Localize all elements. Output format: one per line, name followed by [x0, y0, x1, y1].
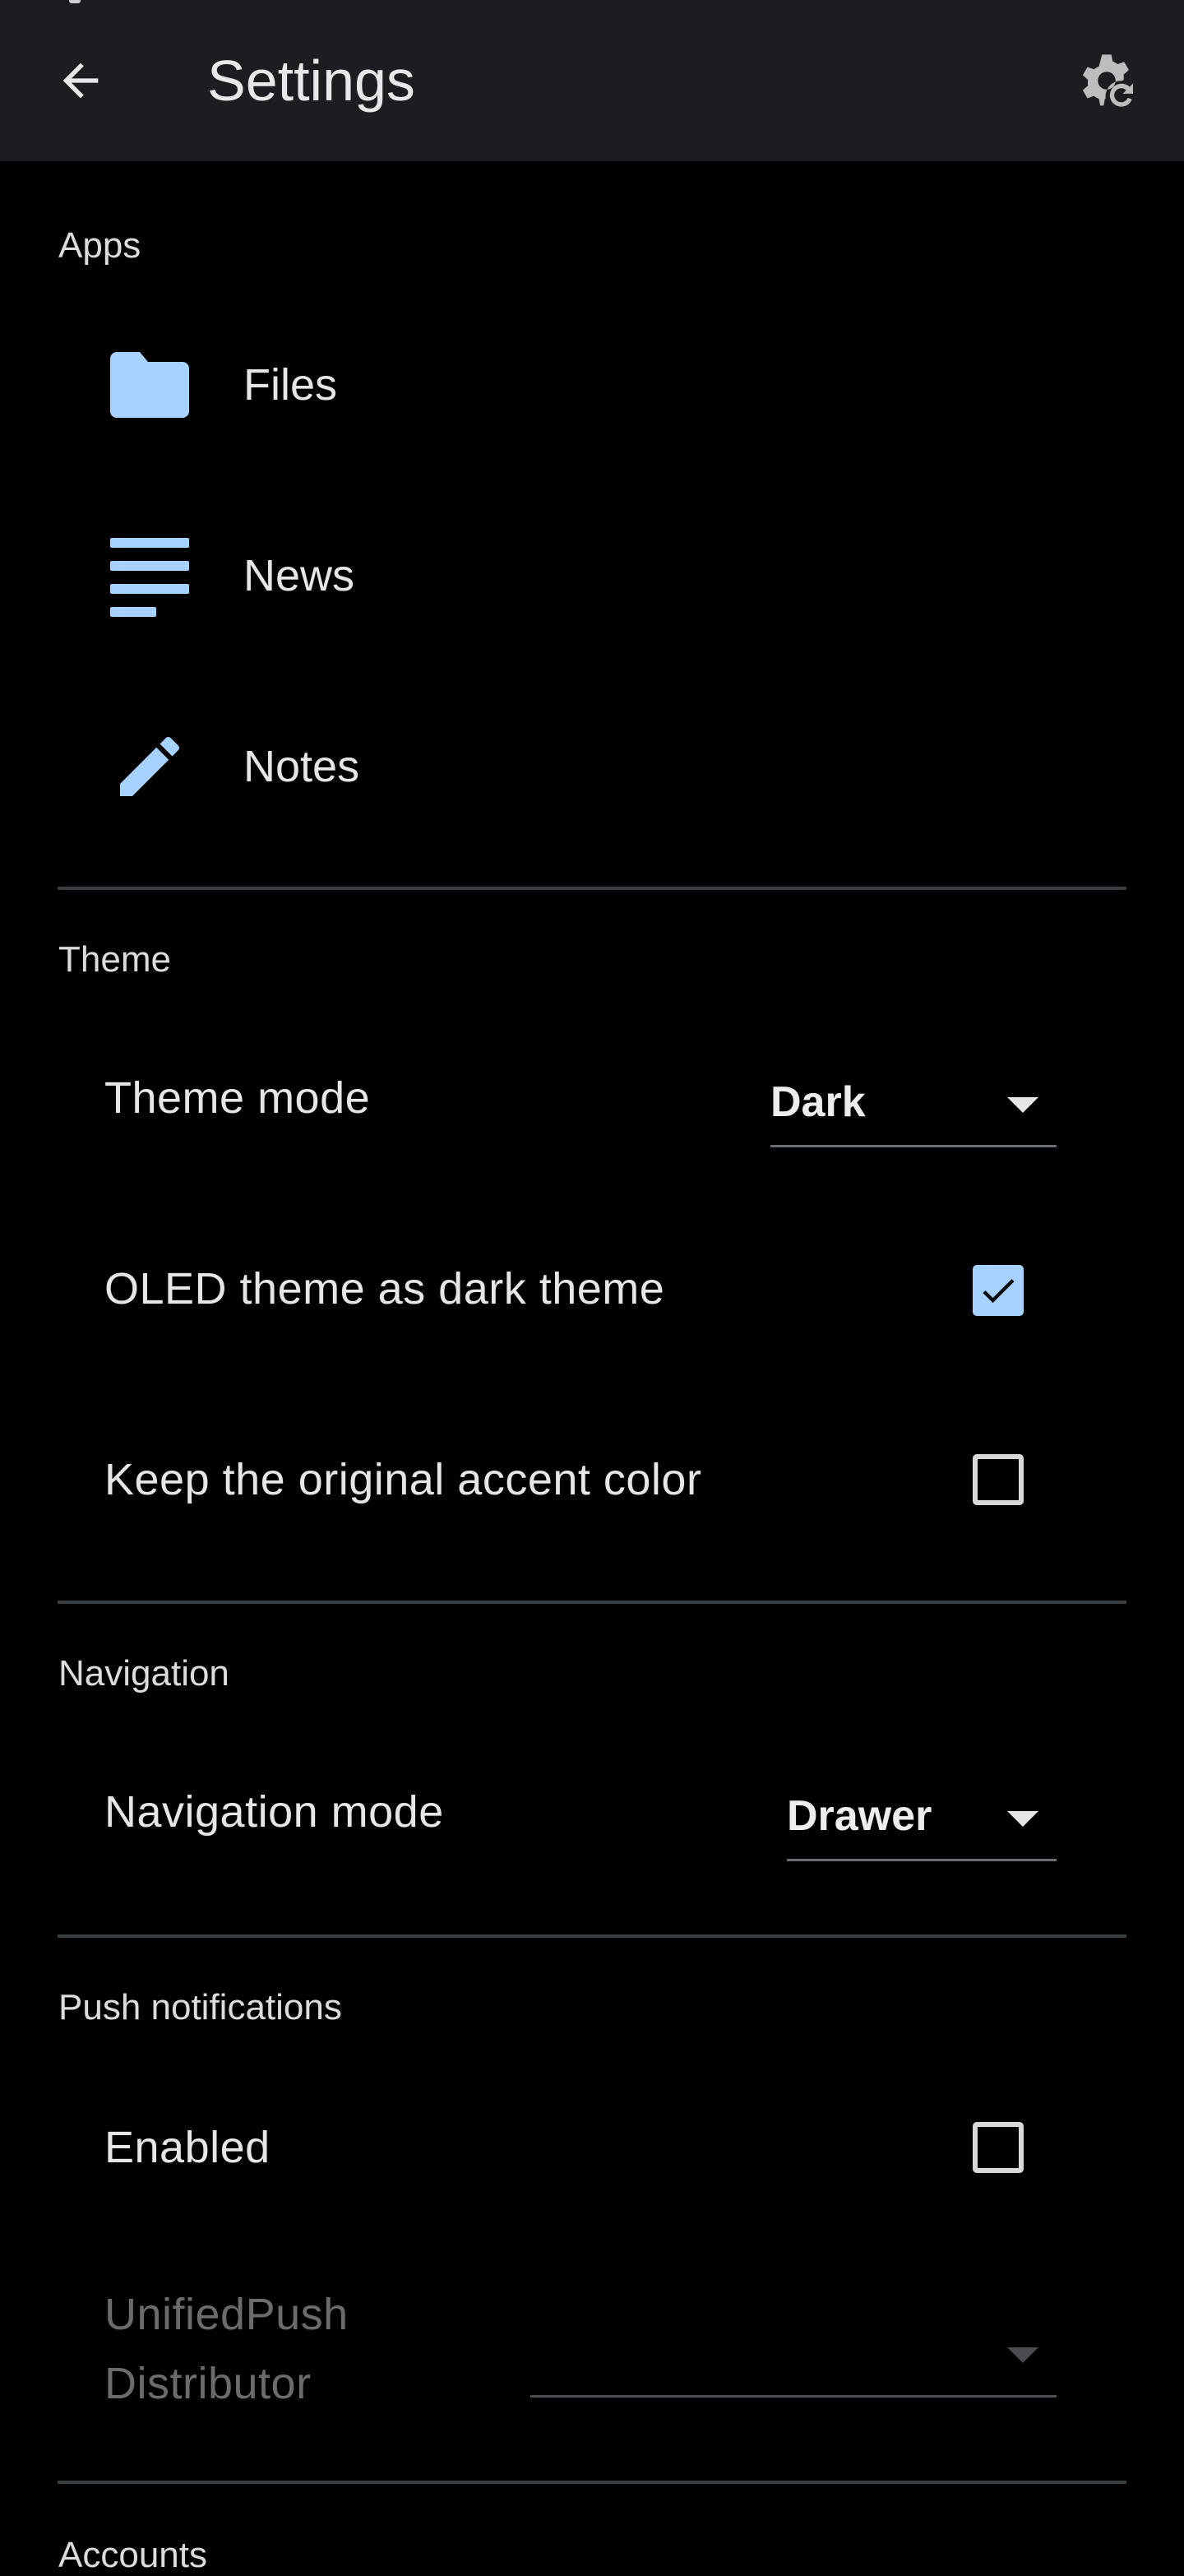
folder-icon [105, 344, 194, 426]
dropdown-value: Drawer [787, 1792, 932, 1840]
divider [58, 2481, 1126, 2484]
distributor-dropdown [530, 2324, 1057, 2398]
status-bar-remnant [0, 0, 1184, 7]
app-item-label: Files [243, 360, 338, 410]
setting-oled-theme[interactable]: OLED theme as dark theme [0, 1227, 1184, 1359]
setting-label: Navigation mode [104, 1787, 444, 1837]
app-item-label: Notes [243, 742, 360, 791]
app-bar: Settings [0, 0, 1184, 161]
divider [58, 887, 1126, 890]
section-header-navigation: Navigation [58, 1653, 229, 1693]
news-lines-icon [105, 535, 194, 617]
section-header-accounts: Accounts [58, 2535, 207, 2575]
setting-label: Enabled [104, 2123, 271, 2172]
theme-mode-dropdown[interactable]: Dark [770, 1074, 1057, 1147]
section-header-theme: Theme [58, 939, 171, 980]
checkmark-icon [983, 1279, 1015, 1304]
setting-navigation-mode: Navigation mode Drawer [0, 1750, 1184, 1882]
setting-theme-mode: Theme mode Dark [0, 1036, 1184, 1168]
app-item-notes[interactable]: Notes [0, 684, 1184, 849]
setting-label: OLED theme as dark theme [104, 1264, 665, 1313]
settings-reset-button[interactable] [1062, 36, 1151, 125]
divider [58, 1601, 1126, 1604]
caret-down-icon [1007, 1097, 1038, 1113]
section-header-apps: Apps [58, 225, 141, 266]
back-button[interactable] [36, 36, 125, 125]
caret-down-icon [1007, 2347, 1038, 2363]
section-header-push-notifications: Push notifications [58, 1987, 342, 2027]
setting-label: Keep the original accent color [104, 1455, 702, 1504]
oled-theme-checkbox[interactable] [973, 1265, 1024, 1316]
app-item-files[interactable]: Files [0, 303, 1184, 467]
divider [58, 1934, 1126, 1938]
setting-keep-accent-color[interactable]: Keep the original accent color [0, 1418, 1184, 1550]
keep-accent-checkbox[interactable] [973, 1454, 1024, 1505]
setting-label: UnifiedPush Distributor [104, 2290, 349, 2408]
push-enabled-checkbox[interactable] [973, 2122, 1024, 2173]
setting-unifiedpush-distributor: UnifiedPush Distributor [0, 2275, 1184, 2415]
gear-refresh-icon [1082, 54, 1133, 107]
arrow-left-icon [62, 63, 99, 99]
caret-down-icon [1007, 1811, 1038, 1827]
app-item-label: News [243, 551, 355, 600]
dropdown-value: Dark [770, 1078, 866, 1126]
setting-push-enabled[interactable]: Enabled [0, 2086, 1184, 2217]
setting-label: Theme mode [104, 1073, 371, 1123]
app-item-news[interactable]: News [0, 493, 1184, 658]
navigation-mode-dropdown[interactable]: Drawer [787, 1788, 1057, 1861]
page-title: Settings [207, 49, 415, 113]
pencil-icon [105, 725, 194, 808]
